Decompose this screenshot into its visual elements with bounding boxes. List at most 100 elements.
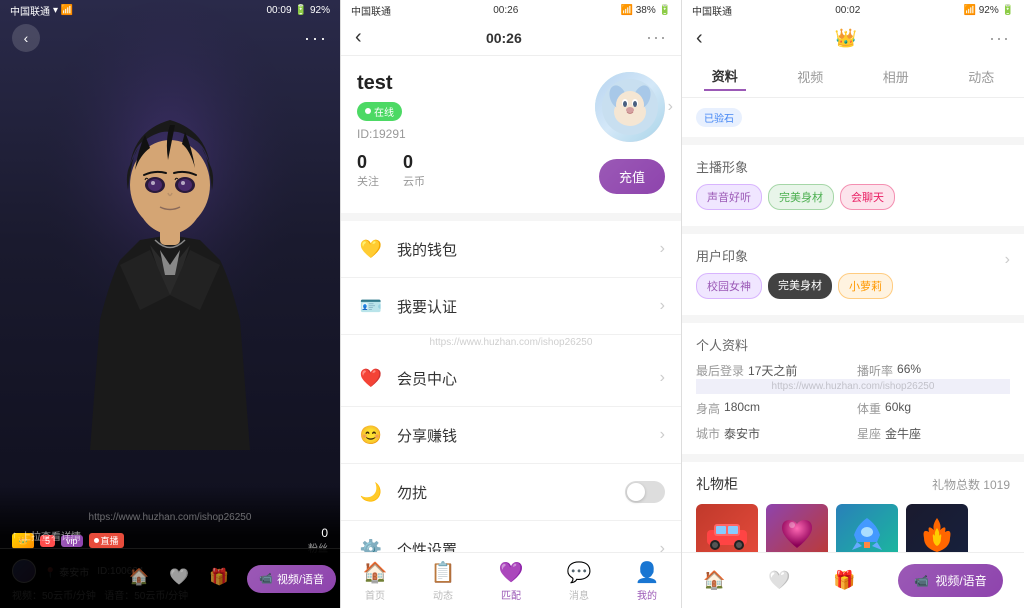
menu-vip[interactable]: ❤️ 会员中心 › <box>341 350 681 407</box>
top-bar-p3: ‹ 👑 ··· <box>682 20 1024 56</box>
dnd-label: 勿扰 <box>397 482 625 503</box>
nav-mine-p2[interactable]: 👤 我的 <box>635 560 660 602</box>
home-nav-label: 首页 <box>365 587 385 602</box>
tab-profile[interactable]: 资料 <box>704 62 746 91</box>
p3-nav-gift[interactable]: 🎁 <box>833 570 855 591</box>
info-grid: 最后登录 17天之前 播听率 66% <box>696 362 1010 379</box>
dnd-toggle[interactable] <box>625 481 665 503</box>
profile-left: test 在线 ID:19291 <box>357 72 406 141</box>
menu-dnd[interactable]: 🌙 勿扰 <box>341 464 681 521</box>
p3-nav-heart[interactable]: 🤍 <box>768 570 790 591</box>
info-grid-2: 身高 180cm 体重 60kg 城市 泰安市 星座 金牛座 <box>696 400 1010 442</box>
weight-label: 体重 <box>857 400 881 417</box>
watermark-p3: https://www.huzhan.com/ishop26250 <box>696 379 1010 394</box>
gift-icon: 🎁 <box>207 565 231 589</box>
zodiac-label: 星座 <box>857 425 881 442</box>
more-button[interactable]: ··· <box>304 28 328 49</box>
p3-nav-home[interactable]: 🏠 <box>703 570 725 591</box>
panel3-user-detail: 中国联通 00:02 📶 92% 🔋 ‹ 👑 ··· 资料 视频 相册 动态 已… <box>682 0 1024 608</box>
user-impression-section: 用户印象 › 校园女神 完美身材 小萝莉 <box>682 234 1024 315</box>
username-p2: test <box>357 72 406 95</box>
fans-count: 0 <box>308 526 328 540</box>
live-badge: 直播 <box>89 533 124 548</box>
panel2-profile: 中国联通 00:26 📶 38% 🔋 ‹ 00:26 ··· test 在线 I… <box>340 0 682 608</box>
last-login-value: 17天之前 <box>748 362 797 379</box>
verify-row: 已验石 <box>696 108 1010 127</box>
tab-feed[interactable]: 动态 <box>960 63 1002 90</box>
battery-time: 00:09 🔋 92% <box>267 5 331 16</box>
city-item: 城市 泰安市 <box>696 425 849 442</box>
gift-car: 红色跑车 8 <box>696 504 758 554</box>
chevron-earn: › <box>660 426 665 444</box>
last-login-item: 最后登录 17天之前 <box>696 362 849 379</box>
chevron-wallet: › <box>660 240 665 258</box>
p3-call-button[interactable]: 📹 视频/语音 <box>898 564 1002 597</box>
following-stat: 0 关注 <box>357 152 379 189</box>
response-label: 播听率 <box>857 362 893 379</box>
online-badge: 在线 <box>357 102 402 121</box>
panel1-live-stream: 中国联通 ▾ 📶 00:09 🔋 92% ‹ ··· 👑 5 vip 直播 0 … <box>0 0 340 608</box>
earn-icon: 😊 <box>357 421 385 449</box>
gifts-grid: 红色跑车 8 <box>696 504 1010 554</box>
gift-fire-box <box>906 504 968 554</box>
profile-content-p3: 已验石 主播形象 声音好听 完美身材 会聊天 用户印象 › 校园女神 完美身材 … <box>682 98 1024 554</box>
wallet-icon: 💛 <box>357 235 385 263</box>
tag-voice: 声音好听 <box>696 184 762 210</box>
gifts-section: 礼物柜 礼物总数 1019 <box>682 462 1024 554</box>
scroll-up-hint: ↑ 上拉查看详情 <box>12 528 81 543</box>
response-value: 66% <box>897 362 921 379</box>
online-dot <box>365 108 371 114</box>
profile-row: test 在线 ID:19291 <box>357 72 665 142</box>
gifts-header: 礼物柜 礼物总数 1019 <box>696 474 1010 494</box>
message-nav-label: 消息 <box>569 587 589 602</box>
back-button-p2[interactable]: ‹ <box>355 26 362 49</box>
feed-nav-label: 动态 <box>433 587 453 602</box>
more-button-p2[interactable]: ··· <box>646 27 667 48</box>
user-id-p2: ID:19291 <box>357 127 406 141</box>
status-bar: 中国联通 ▾ 📶 00:09 🔋 92% <box>0 0 340 20</box>
status-bar-p2: 中国联通 00:26 📶 38% 🔋 <box>341 0 681 20</box>
crown-icon-p3: 👑 <box>835 28 857 49</box>
mine-nav-label: 我的 <box>637 587 657 602</box>
menu-list-p2: 💛 我的钱包 › 🪪 我要认证 › https://www.huzhan.com… <box>341 221 681 578</box>
menu-verify[interactable]: 🪪 我要认证 › <box>341 278 681 335</box>
back-button[interactable]: ‹ <box>12 24 40 52</box>
call-button[interactable]: 📹 视频/语音 <box>247 565 336 593</box>
more-button-p3[interactable]: ··· <box>989 28 1010 49</box>
action-heart[interactable]: 🤍 <box>167 565 191 593</box>
heart-icon: 🤍 <box>167 565 191 589</box>
tab-album[interactable]: 相册 <box>875 63 917 90</box>
nav-message-p2[interactable]: 💬 消息 <box>567 560 592 602</box>
tab-video[interactable]: 视频 <box>789 63 831 90</box>
action-home[interactable]: 🏠 <box>127 565 151 593</box>
home-nav-icon: 🏠 <box>363 560 388 585</box>
zodiac-value: 金牛座 <box>885 425 921 442</box>
recharge-button[interactable]: 充值 <box>599 159 665 194</box>
nav-feed-p2[interactable]: 📋 动态 <box>431 560 456 602</box>
height-item: 身高 180cm <box>696 400 849 417</box>
back-button-p3[interactable]: ‹ <box>696 27 703 50</box>
top-bar-p2: ‹ 00:26 ··· <box>341 20 681 56</box>
nav-match-p2[interactable]: 💜 匹配 <box>499 560 524 602</box>
gift-heart: 心心 7 <box>766 504 828 554</box>
nav-home-p2[interactable]: 🏠 首页 <box>363 560 388 602</box>
coins-stat: 0 云币 <box>403 152 425 189</box>
match-nav-label: 匹配 <box>501 587 521 602</box>
tag-body2: 完美身材 <box>768 273 832 299</box>
menu-earn[interactable]: 😊 分享赚钱 › <box>341 407 681 464</box>
gifts-total: 礼物总数 1019 <box>932 476 1010 493</box>
gift-spaceship: 星际争霸 3 <box>836 504 898 554</box>
nav-bar-p3: 🏠 🤍 🎁 📹 视频/语音 <box>682 552 1024 608</box>
live-dot <box>94 538 99 543</box>
message-nav-icon: 💬 <box>567 560 592 585</box>
nav-bar-p2: 🏠 首页 📋 动态 💜 匹配 💬 消息 👤 我的 <box>341 552 681 608</box>
top-bar: ‹ ··· <box>0 20 340 56</box>
action-gift[interactable]: 🎁 <box>207 565 231 593</box>
impression-tags: 校园女神 完美身材 小萝莉 <box>696 273 1010 299</box>
gift-car-box <box>696 504 758 554</box>
menu-wallet[interactable]: 💛 我的钱包 › <box>341 221 681 278</box>
chevron-icon-p2: › <box>668 98 673 116</box>
p3-gift-icon: 🎁 <box>833 570 855 591</box>
last-login-label: 最后登录 <box>696 362 744 379</box>
city-label: 城市 <box>696 425 720 442</box>
